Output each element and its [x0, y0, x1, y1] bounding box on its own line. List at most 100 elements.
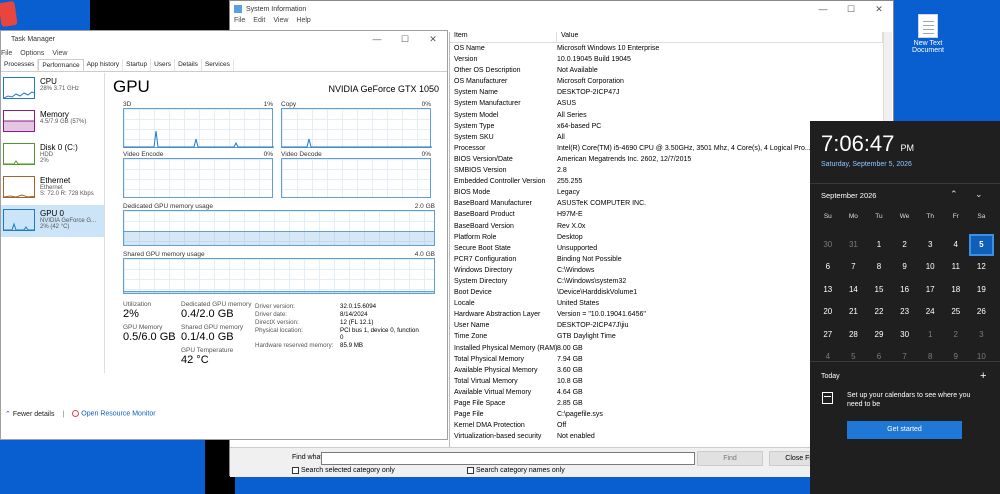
menu-file[interactable]: File [234, 17, 245, 28]
menu-view[interactable]: View [273, 17, 288, 28]
calendar-day[interactable]: 24 [917, 301, 943, 324]
calendar-day[interactable]: 30 [815, 234, 841, 257]
calendar-day[interactable]: 3 [969, 324, 995, 347]
chevron-up-icon[interactable]: ⌃ [950, 189, 958, 200]
calendar-day[interactable]: 14 [841, 279, 867, 302]
calendar-day[interactable]: 4 [815, 346, 841, 369]
menu-help[interactable]: Help [296, 17, 310, 28]
calendar-day[interactable]: 10 [969, 346, 995, 369]
calendar-day[interactable]: 23 [892, 301, 918, 324]
find-input[interactable] [321, 452, 695, 465]
calendar-day[interactable]: 21 [841, 301, 867, 324]
calendar-day[interactable]: 3 [917, 234, 943, 257]
calendar-day[interactable]: 1 [917, 324, 943, 347]
calendar-day[interactable]: 16 [892, 279, 918, 302]
minimize-button[interactable]: — [363, 34, 391, 45]
close-button[interactable]: ✕ [865, 4, 893, 15]
chevron-down-icon[interactable]: ⌄ [975, 189, 983, 200]
calendar-day[interactable]: 11 [943, 256, 969, 279]
engine-decode-label[interactable]: Video Decode [281, 151, 322, 158]
tab-details[interactable]: Details [175, 59, 202, 71]
tab-services[interactable]: Services [202, 59, 234, 71]
calendar-day[interactable]: 20 [815, 301, 841, 324]
tab-startup[interactable]: Startup [123, 59, 152, 71]
text-document-icon [918, 14, 938, 38]
table-row[interactable]: System Manufacturer ASUS [450, 98, 892, 109]
column-item[interactable]: Item [450, 32, 557, 42]
engine-encode-label[interactable]: Video Encode [123, 151, 163, 158]
table-row[interactable]: OS Manufacturer Microsoft Corporation [450, 76, 892, 87]
menu-file[interactable]: File [1, 50, 12, 57]
tab-app-history[interactable]: App history [84, 59, 124, 71]
item-cell: System Manufacturer [454, 100, 521, 108]
engine-copy-label[interactable]: Copy [281, 101, 296, 108]
calendar-day[interactable]: 8 [917, 346, 943, 369]
sidebar-title: GPU 0 [40, 209, 65, 218]
calendar-day[interactable]: 13 [815, 279, 841, 302]
table-row[interactable]: System Name DESKTOP-2ICP47J [450, 87, 892, 98]
calendar-day[interactable]: 7 [841, 256, 867, 279]
search-selected-checkbox[interactable]: Search selected category only [292, 467, 395, 474]
calendar-day[interactable]: 6 [866, 346, 892, 369]
calendar-day[interactable]: 19 [969, 279, 995, 302]
close-button[interactable]: ✕ [419, 34, 447, 45]
calendar-day[interactable]: 29 [866, 324, 892, 347]
calendar-day[interactable]: 18 [943, 279, 969, 302]
menu-options[interactable]: Options [20, 50, 44, 57]
tab-processes[interactable]: Processes [1, 59, 39, 71]
calendar-day[interactable]: 17 [917, 279, 943, 302]
add-event-icon[interactable]: + [980, 370, 986, 382]
menu-edit[interactable]: Edit [253, 17, 265, 28]
tab-performance[interactable]: Performance [38, 59, 84, 71]
calendar-day-today[interactable]: 5 [968, 233, 995, 256]
search-names-checkbox[interactable]: Search category names only [467, 467, 565, 474]
calendar-day[interactable]: 5 [841, 346, 867, 369]
calendar-day[interactable]: 31 [841, 234, 867, 257]
maximize-button[interactable]: ☐ [837, 4, 865, 15]
calendar-day[interactable]: 9 [892, 256, 918, 279]
calendar-day[interactable]: 15 [866, 279, 892, 302]
get-started-button[interactable]: Get started [847, 421, 962, 439]
calendar-day[interactable]: 28 [841, 324, 867, 347]
maximize-button[interactable]: ☐ [391, 34, 419, 45]
sidebar-item-cpu[interactable]: CPU 28% 3.71 GHz [1, 73, 104, 106]
calendar-day[interactable]: 8 [866, 256, 892, 279]
table-row[interactable]: Other OS Description Not Available [450, 65, 892, 76]
open-resource-monitor-link[interactable]: Open Resource Monitor [72, 410, 156, 418]
sidebar-item-disk[interactable]: Disk 0 (C:) HDD 2% [1, 139, 104, 172]
calendar-day[interactable]: 2 [892, 234, 918, 257]
shared-memory-graph [123, 258, 435, 294]
sidebar-item-memory[interactable]: Memory 4.5/7.9 GB (57%) [1, 106, 104, 139]
table-row[interactable]: OS Name Microsoft Windows 10 Enterprise [450, 43, 892, 54]
calendar-day[interactable]: 9 [943, 346, 969, 369]
calendar-day[interactable]: 25 [943, 301, 969, 324]
find-button[interactable]: Find [697, 451, 763, 466]
item-cell: Hardware Abstraction Layer [454, 311, 541, 319]
calendar-day[interactable]: 6 [815, 256, 841, 279]
table-row[interactable]: System Model All Series [450, 110, 892, 121]
sidebar-item-gpu[interactable]: GPU 0 NVIDIA GeForce G... 2% (42 °C) [1, 205, 104, 238]
calendar-day[interactable]: 10 [917, 256, 943, 279]
sidebar-item-ethernet[interactable]: Ethernet Ethernet S: 72.0 R: 728 Kbps [1, 172, 104, 205]
calendar-day[interactable]: 22 [866, 301, 892, 324]
calendar-day[interactable]: 27 [815, 324, 841, 347]
fewer-details-button[interactable]: ⌃ Fewer details [5, 410, 54, 418]
calendar-day[interactable]: 30 [892, 324, 918, 347]
calendar-day[interactable]: 2 [943, 324, 969, 347]
sidebar-title: Ethernet [40, 176, 71, 185]
table-row[interactable]: Version 10.0.19045 Build 19045 [450, 54, 892, 65]
desktop-icon-new-text-document[interactable]: New Text Document [903, 14, 953, 54]
menu-view[interactable]: View [52, 50, 67, 57]
calendar-day[interactable]: 1 [866, 234, 892, 257]
engine-3d-label[interactable]: 3D [123, 101, 131, 108]
tab-users[interactable]: Users [151, 59, 176, 71]
calendar-day[interactable]: 4 [943, 234, 969, 257]
minimize-button[interactable]: — [809, 4, 837, 15]
calendar-day[interactable]: 7 [892, 346, 918, 369]
calendar-day[interactable]: 26 [969, 301, 995, 324]
clock-date-link[interactable]: Saturday, September 5, 2026 [821, 161, 912, 168]
calendar-month[interactable]: September 2026 [821, 191, 876, 200]
column-value[interactable]: Value [557, 32, 883, 42]
app-icon[interactable] [0, 1, 18, 27]
calendar-day[interactable]: 12 [969, 256, 995, 279]
